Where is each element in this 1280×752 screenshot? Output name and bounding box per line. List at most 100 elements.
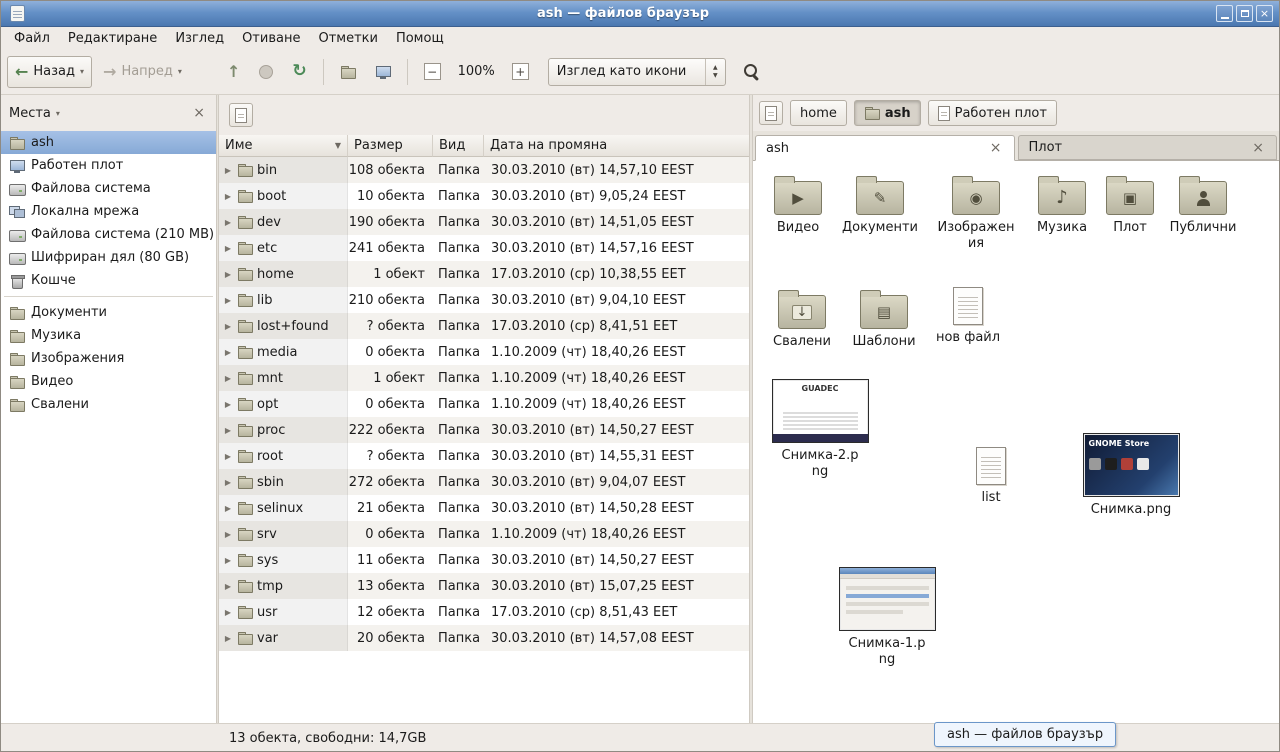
expander-icon[interactable]	[223, 192, 233, 201]
up-button[interactable]: ↑	[219, 56, 248, 88]
sidebar-title[interactable]: Места	[9, 106, 51, 121]
icon-item-snimka1[interactable]: Снимка-1.png	[837, 567, 937, 667]
table-row[interactable]: bin 108 обекта Папка 30.03.2010 (вт) 14,…	[219, 157, 749, 183]
table-row[interactable]: media 0 обекта Папка 1.10.2009 (чт) 18,4…	[219, 339, 749, 365]
icon-item-images[interactable]: Изображения	[933, 175, 1019, 251]
sidebar-item[interactable]: Музика	[1, 324, 216, 347]
sidebar-close-button[interactable]: ×	[190, 105, 208, 121]
expander-icon[interactable]	[223, 530, 233, 539]
table-row[interactable]: root ? обекта Папка 30.03.2010 (вт) 14,5…	[219, 443, 749, 469]
tab-ash[interactable]: ash ×	[755, 135, 1015, 161]
expander-icon[interactable]	[223, 166, 233, 175]
expander-icon[interactable]	[223, 374, 233, 383]
table-row[interactable]: usr 12 обекта Папка 17.03.2010 (ср) 8,51…	[219, 599, 749, 625]
sidebar-item[interactable]	[1, 292, 216, 301]
menu-item[interactable]: Редактиране	[59, 29, 166, 48]
table-row[interactable]: lost+found ? обекта Папка 17.03.2010 (ср…	[219, 313, 749, 339]
icon-item-templates[interactable]: Шаблони	[841, 289, 927, 350]
table-row[interactable]: lib 210 обекта Папка 30.03.2010 (вт) 9,0…	[219, 287, 749, 313]
back-button[interactable]: ← Назад ▾	[7, 56, 92, 88]
close-button[interactable]: ×	[1256, 5, 1273, 22]
reload-button[interactable]: ↻	[284, 56, 314, 88]
expander-icon[interactable]	[223, 452, 233, 461]
tab-plot[interactable]: Плот ×	[1018, 135, 1278, 160]
path-button-desktop[interactable]: Работен плот	[928, 100, 1057, 126]
expander-icon[interactable]	[223, 504, 233, 513]
expander-icon[interactable]	[223, 400, 233, 409]
tab-close-icon[interactable]: ×	[1250, 140, 1266, 156]
expander-icon[interactable]	[223, 296, 233, 305]
computer-button[interactable]	[367, 56, 399, 88]
expander-icon[interactable]	[223, 348, 233, 357]
menu-item[interactable]: Помощ	[387, 29, 453, 48]
search-button[interactable]	[737, 57, 767, 87]
column-header-type[interactable]: Вид	[433, 135, 484, 157]
home-button[interactable]	[332, 56, 364, 88]
sidebar-item[interactable]: Работен плот	[1, 154, 216, 177]
menu-item[interactable]: Файл	[5, 29, 59, 48]
icon-item-public[interactable]: Публични	[1160, 175, 1246, 236]
sidebar-mode-caret-icon[interactable]: ▾	[56, 109, 60, 118]
icon-item-documents[interactable]: Документи	[837, 175, 923, 236]
column-header-name[interactable]: Име ▼	[219, 135, 348, 157]
expander-icon[interactable]	[223, 608, 233, 617]
table-row[interactable]: home 1 обект Папка 17.03.2010 (ср) 10,38…	[219, 261, 749, 287]
icon-item-downloads[interactable]: Свалени	[759, 289, 845, 350]
table-row[interactable]: mnt 1 обект Папка 1.10.2009 (чт) 18,40,2…	[219, 365, 749, 391]
menu-item[interactable]: Отметки	[309, 29, 386, 48]
icon-item-list[interactable]: list	[948, 447, 1034, 506]
zoom-in-button[interactable]: +	[504, 56, 537, 88]
view-mode-combo[interactable]: Изглед като икони ▲▼	[548, 58, 726, 86]
path-button-home[interactable]: home	[790, 100, 847, 126]
zoom-out-button[interactable]: −	[416, 56, 449, 88]
icon-item-snimka2[interactable]: GUADEC Снимка-2.png	[770, 379, 870, 479]
expander-icon[interactable]	[223, 218, 233, 227]
sidebar-item[interactable]: Кошче	[1, 269, 216, 292]
table-row[interactable]: selinux 21 обекта Папка 30.03.2010 (вт) …	[219, 495, 749, 521]
menu-item[interactable]: Изглед	[166, 29, 233, 48]
icon-item-new-file[interactable]: нов файл	[925, 287, 1011, 346]
minimize-button[interactable]	[1216, 5, 1233, 22]
sidebar-item[interactable]: Локална мрежа	[1, 200, 216, 223]
forward-button[interactable]: → Напред ▾	[95, 56, 190, 88]
table-row[interactable]: sys 11 обекта Папка 30.03.2010 (вт) 14,5…	[219, 547, 749, 573]
table-row[interactable]: proc 222 обекта Папка 30.03.2010 (вт) 14…	[219, 417, 749, 443]
expander-icon[interactable]	[223, 478, 233, 487]
maximize-button[interactable]	[1236, 5, 1253, 22]
expander-icon[interactable]	[223, 244, 233, 253]
sidebar-item[interactable]: Изображения	[1, 347, 216, 370]
back-history-caret-icon[interactable]: ▾	[80, 67, 84, 76]
sidebar-item[interactable]: Свалени	[1, 393, 216, 416]
table-row[interactable]: var 20 обекта Папка 30.03.2010 (вт) 14,5…	[219, 625, 749, 651]
tab-close-icon[interactable]: ×	[988, 140, 1004, 156]
sidebar-item[interactable]: Документи	[1, 301, 216, 324]
expander-icon[interactable]	[223, 426, 233, 435]
expander-icon[interactable]	[223, 270, 233, 279]
table-row[interactable]: etc 241 обекта Папка 30.03.2010 (вт) 14,…	[219, 235, 749, 261]
table-row[interactable]: opt 0 обекта Папка 1.10.2009 (чт) 18,40,…	[219, 391, 749, 417]
expander-icon[interactable]	[223, 322, 233, 331]
sidebar-item[interactable]: Видео	[1, 370, 216, 393]
table-row[interactable]: srv 0 обекта Папка 1.10.2009 (чт) 18,40,…	[219, 521, 749, 547]
sidebar-item[interactable]: ash	[1, 131, 216, 154]
column-header-date[interactable]: Дата на промяна	[484, 135, 749, 157]
path-button-ash[interactable]: ash	[854, 100, 921, 126]
sidebar-item[interactable]: Файлова система	[1, 177, 216, 200]
titlebar[interactable]: ash — файлов браузър ×	[1, 1, 1279, 27]
icon-item-video[interactable]: Видео	[755, 175, 841, 236]
menu-item[interactable]: Отиване	[233, 29, 309, 48]
location-root-button[interactable]	[229, 103, 253, 127]
sidebar-item[interactable]: Файлова система (210 MB)	[1, 223, 216, 246]
sidebar-item[interactable]: Шифриран дял (80 GB)	[1, 246, 216, 269]
table-row[interactable]: sbin 272 обекта Папка 30.03.2010 (вт) 9,…	[219, 469, 749, 495]
expander-icon[interactable]	[223, 634, 233, 643]
location-root-button[interactable]	[759, 101, 783, 125]
stop-button[interactable]	[251, 56, 281, 88]
expander-icon[interactable]	[223, 582, 233, 591]
icon-item-snimka[interactable]: GNOME Store Снимка.png	[1081, 433, 1181, 518]
table-row[interactable]: dev 190 обекта Папка 30.03.2010 (вт) 14,…	[219, 209, 749, 235]
table-row[interactable]: boot 10 обекта Папка 30.03.2010 (вт) 9,0…	[219, 183, 749, 209]
table-row[interactable]: tmp 13 обекта Папка 30.03.2010 (вт) 15,0…	[219, 573, 749, 599]
expander-icon[interactable]	[223, 556, 233, 565]
column-header-size[interactable]: Размер	[348, 135, 433, 157]
